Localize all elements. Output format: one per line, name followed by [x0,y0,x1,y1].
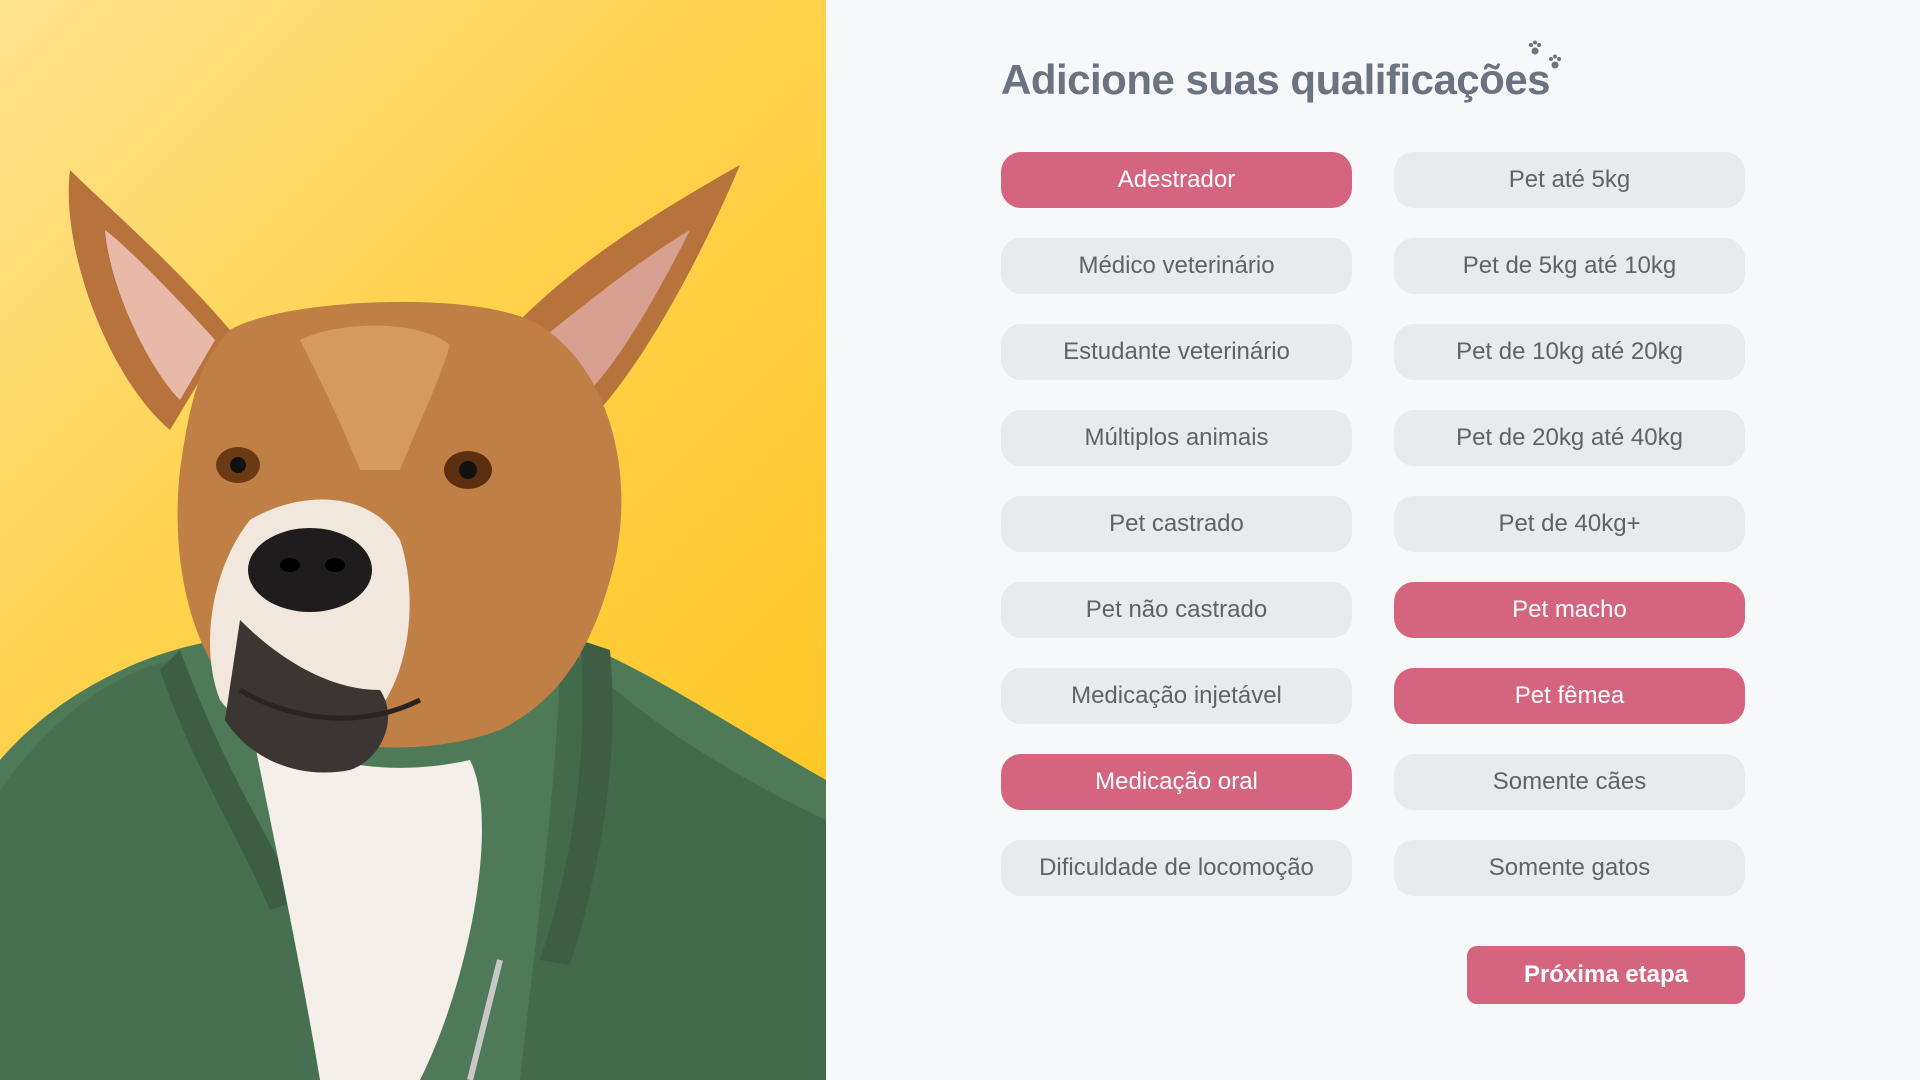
chip-estudante-veterinario[interactable]: Estudante veterinário [1001,324,1352,380]
hero-photo-panel [0,0,826,1080]
chip-medicacao-injetavel[interactable]: Medicação injetável [1001,668,1352,724]
dog-in-green-jacket-photo [0,165,826,1080]
chip-pet-nao-castrado[interactable]: Pet não castrado [1001,582,1352,638]
chip-medico-veterinario[interactable]: Médico veterinário [1001,238,1352,294]
chip-pet-20kg-40kg[interactable]: Pet de 20kg até 40kg [1394,410,1745,466]
chip-dificuldade-de-locomocao[interactable]: Dificuldade de locomoção [1001,840,1352,896]
qualification-chips-right: Pet até 5kg Pet de 5kg até 10kg Pet de 1… [1394,152,1745,926]
chip-somente-caes[interactable]: Somente cães [1394,754,1745,810]
chip-pet-macho[interactable]: Pet macho [1394,582,1745,638]
chip-medicacao-oral[interactable]: Medicação oral [1001,754,1352,810]
qualifications-panel: Adicione suas qualificações Adestrador M… [826,0,1920,1080]
chip-pet-castrado[interactable]: Pet castrado [1001,496,1352,552]
chip-pet-femea[interactable]: Pet fêmea [1394,668,1745,724]
chip-somente-gatos[interactable]: Somente gatos [1394,840,1745,896]
chip-pet-10kg-20kg[interactable]: Pet de 10kg até 20kg [1394,324,1745,380]
qualification-chips-left: Adestrador Médico veterinário Estudante … [1001,152,1352,926]
chip-pet-40kg-plus[interactable]: Pet de 40kg+ [1394,496,1745,552]
chip-multiplos-animais[interactable]: Múltiplos animais [1001,410,1352,466]
next-step-button[interactable]: Próxima etapa [1467,946,1745,1004]
page-title: Adicione suas qualificações [1001,56,1551,103]
paw-prints-icon [1529,40,1561,69]
chip-pet-ate-5kg[interactable]: Pet até 5kg [1394,152,1745,208]
chip-pet-5kg-10kg[interactable]: Pet de 5kg até 10kg [1394,238,1745,294]
chip-adestrador[interactable]: Adestrador [1001,152,1352,208]
